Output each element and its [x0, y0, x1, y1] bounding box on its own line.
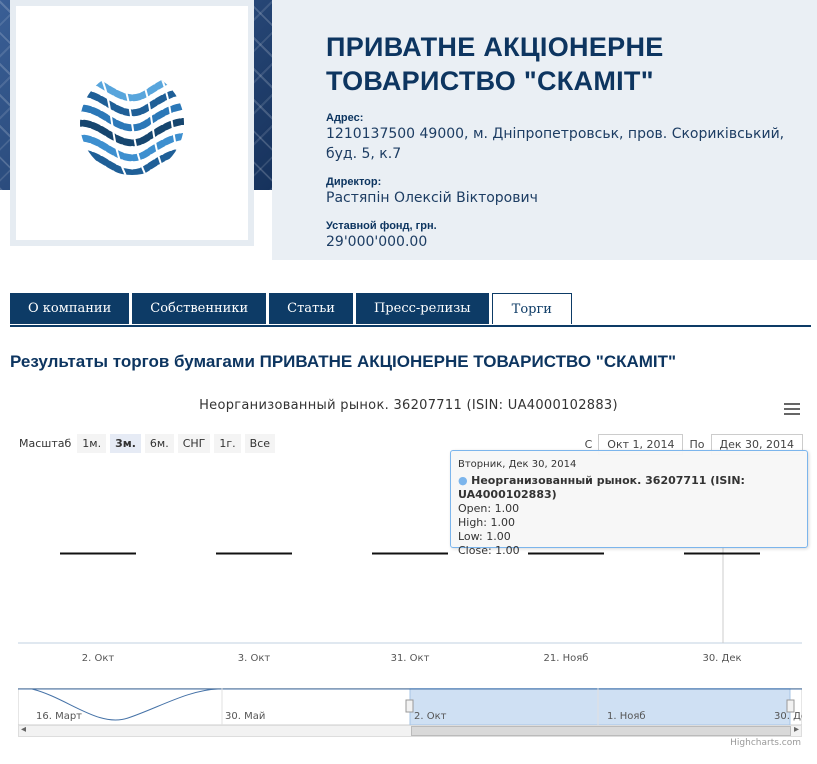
- company-info-panel: ПРИВАТНЕ АКЦІОНЕРНЕ ТОВАРИСТВО "СКАМІТ" …: [272, 0, 817, 260]
- navigator-label: 30. Дек: [774, 711, 802, 722]
- globe-logo-icon: [80, 71, 184, 175]
- scroll-right-arrow-icon[interactable]: ▸: [794, 724, 799, 735]
- navigator-left-handle[interactable]: [405, 699, 414, 713]
- tabs-underline: [10, 325, 811, 327]
- candle[interactable]: [216, 552, 292, 555]
- company-title: ПРИВАТНЕ АКЦІОНЕРНЕ ТОВАРИСТВО "СКАМІТ": [326, 32, 664, 96]
- zoom-1m-button[interactable]: 1м.: [77, 434, 107, 453]
- tab-press-releases[interactable]: Пресс-релизы: [355, 293, 489, 324]
- company-logo: [16, 6, 248, 240]
- tooltip-open: Open: 1.00: [458, 502, 520, 515]
- tab-trades[interactable]: Торги: [491, 293, 572, 324]
- address-value: 1210137500 49000, м. Дніпропетровськ, пр…: [326, 126, 785, 162]
- chart-menu-icon[interactable]: [784, 403, 800, 417]
- zoom-all-button[interactable]: Все: [244, 434, 276, 453]
- chart-navigator[interactable]: 16. Март 30. Май 2. Окт 1. Нояб 30. Дек: [18, 688, 802, 725]
- scrollbar-thumb[interactable]: [411, 726, 791, 736]
- tab-articles[interactable]: Статьи: [269, 293, 353, 324]
- x-tick-label: 3. Окт: [238, 653, 271, 664]
- tooltip-low: Low: 1.00: [458, 530, 511, 543]
- x-tick-label: 30. Дек: [702, 653, 741, 664]
- results-heading: Результаты торгов бумагами ПРИВАТНЕ АКЦІ…: [10, 352, 677, 371]
- capital-label: Уставной фонд, грн.: [326, 220, 437, 232]
- series-dot-icon: ●: [458, 474, 468, 487]
- x-tick-label: 2. Окт: [82, 653, 115, 664]
- zoom-label: Масштаб: [19, 437, 72, 450]
- navigator-label: 16. Март: [36, 711, 82, 722]
- company-logo-card: [10, 0, 254, 246]
- navigator-label: 30. Май: [225, 711, 265, 722]
- candle[interactable]: [372, 552, 448, 555]
- candle[interactable]: [60, 552, 136, 555]
- director-label: Директор:: [326, 176, 382, 188]
- capital-value: 29'000'000.00: [326, 234, 428, 250]
- director-value: Растяпін Олексій Вікторович: [326, 190, 538, 206]
- tab-about[interactable]: О компании: [10, 293, 130, 324]
- navigator-label: 2. Окт: [414, 711, 447, 722]
- company-tabs: О компании Собственники Статьи Пресс-рел…: [10, 293, 575, 324]
- chart-title: Неорганизованный рынок. 36207711 (ISIN: …: [199, 398, 618, 413]
- zoom-ytd-button[interactable]: СНГ: [177, 434, 211, 453]
- zoom-6m-button[interactable]: 6м.: [144, 434, 174, 453]
- chart-credits[interactable]: Highcharts.com: [730, 738, 801, 748]
- tooltip-high: High: 1.00: [458, 516, 515, 529]
- tooltip-date: Вторник, Дек 30, 2014: [458, 459, 577, 470]
- tooltip-close: Close: 1.00: [458, 544, 520, 557]
- scroll-left-arrow-icon[interactable]: ◂: [21, 724, 26, 735]
- address-label: Адрес:: [326, 112, 364, 124]
- chart-scrollbar[interactable]: ◂ ▸: [18, 724, 802, 737]
- x-tick-label: 31. Окт: [391, 653, 430, 664]
- navigator-selection[interactable]: [409, 688, 791, 725]
- zoom-3m-button[interactable]: 3м.: [110, 434, 141, 453]
- chart-tooltip: Вторник, Дек 30, 2014 ● Неорганизованный…: [450, 450, 808, 557]
- zoom-1y-button[interactable]: 1г.: [214, 434, 241, 453]
- zoom-controls: Масштаб 1м. 3м. 6м. СНГ 1г. Все: [19, 434, 279, 453]
- x-axis-ticks: 2. Окт 3. Окт 31. Окт 21. Нояб 30. Дек: [82, 653, 742, 664]
- tab-owners[interactable]: Собственники: [132, 293, 267, 324]
- navigator-label: 1. Нояб: [607, 711, 646, 722]
- x-tick-label: 21. Нояб: [544, 653, 589, 664]
- tooltip-series: Неорганизованный рынок. 36207711 (ISIN: …: [458, 474, 745, 501]
